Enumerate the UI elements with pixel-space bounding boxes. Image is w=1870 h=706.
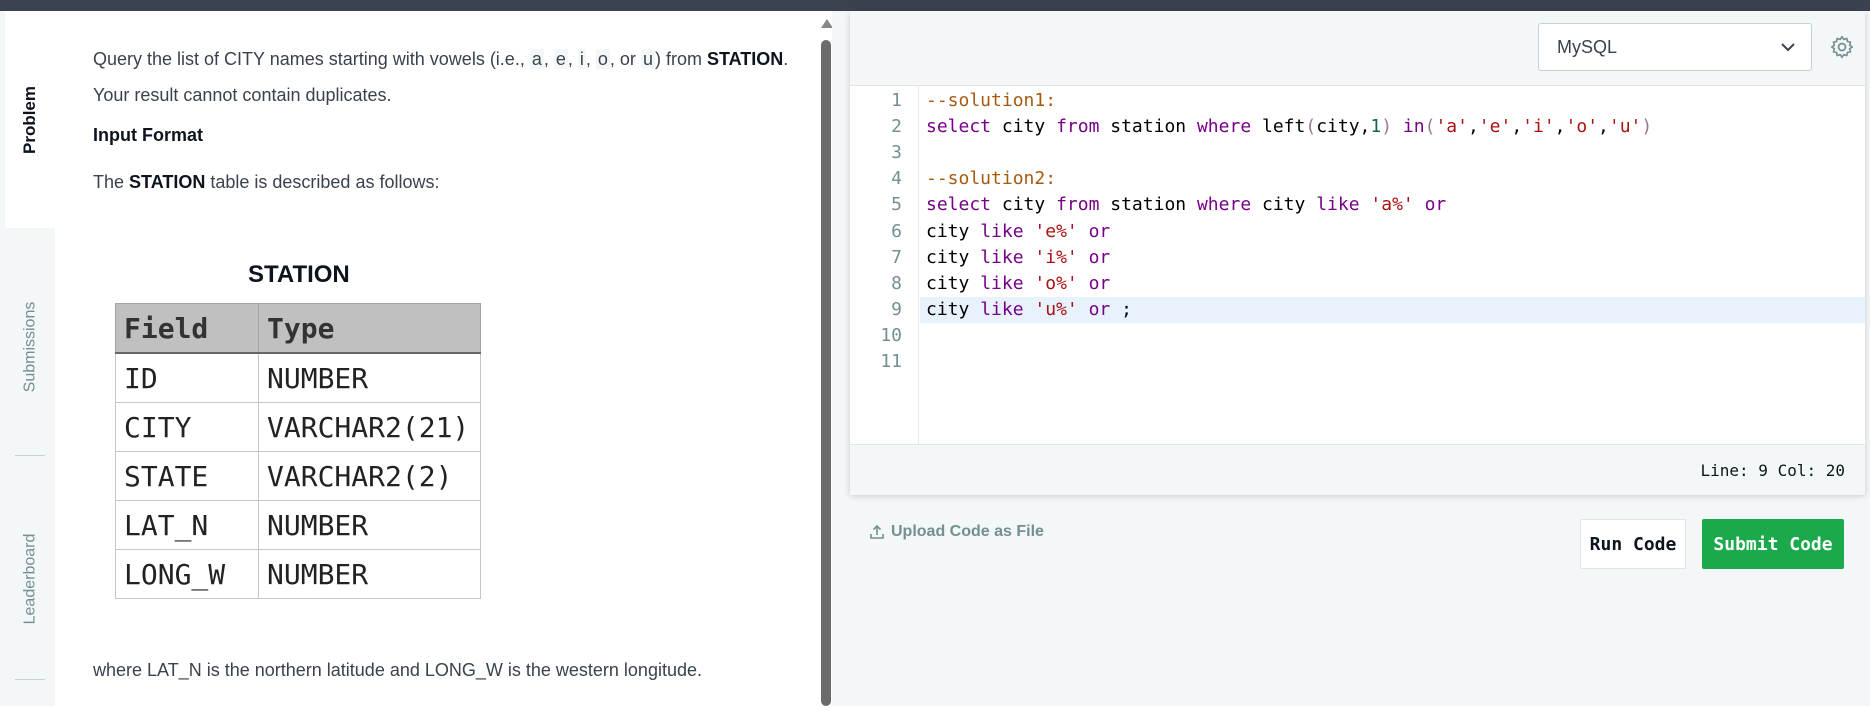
language-value: MySQL xyxy=(1557,37,1618,57)
cursor-position: Line: 9 Col: 20 xyxy=(1700,461,1846,480)
code-editor: MySQL 1 --solution1: 2 select city from sta… xyxy=(850,11,1865,495)
input-format-heading: Input Format xyxy=(93,125,203,145)
code-line[interactable]: city like 'i%' or xyxy=(926,245,1110,271)
schema-table-title: STATION xyxy=(248,261,350,288)
tab-problem[interactable]: Problem xyxy=(5,11,55,228)
line-number: 8 xyxy=(891,272,902,294)
code-line[interactable]: select city from station where left(city… xyxy=(926,114,1652,140)
vowel-code: i xyxy=(577,49,586,69)
table-header-row: Field Type xyxy=(115,303,481,354)
tab-submissions[interactable]: Submissions xyxy=(5,228,55,466)
code-area[interactable]: 1 --solution1: 2 select city from station w… xyxy=(850,86,1865,444)
code-line[interactable]: city like 'o%' or xyxy=(926,271,1110,297)
line-number: 10 xyxy=(880,324,902,346)
upload-icon xyxy=(870,524,884,539)
table-row: LAT_N NUMBER xyxy=(115,500,481,550)
top-bar xyxy=(0,0,1870,11)
upload-label: Upload Code as File xyxy=(891,523,1044,540)
tab-leaderboard[interactable]: Leaderboard xyxy=(5,466,55,691)
field-cell: LONG_W xyxy=(115,549,259,599)
line-number: 11 xyxy=(880,351,902,372)
language-select[interactable]: MySQL xyxy=(1538,23,1812,71)
tab-divider xyxy=(15,679,45,680)
line-number: 2 xyxy=(891,116,902,138)
pane-divider[interactable] xyxy=(832,11,1676,706)
type-cell: NUMBER xyxy=(258,549,481,599)
tab-submissions-label: Submissions xyxy=(21,301,39,393)
no-duplicates-text: Your result cannot contain duplicates. xyxy=(93,85,392,105)
table-row: STATE VARCHAR2(2) xyxy=(115,451,481,501)
code-line[interactable]: city like 'e%' or xyxy=(926,219,1110,245)
vowel-code: o xyxy=(595,49,610,69)
line-number: 4 xyxy=(891,168,902,190)
line-number: 6 xyxy=(891,220,902,242)
vowel-code: e xyxy=(553,49,568,69)
scrollbar-thumb[interactable] xyxy=(821,40,831,706)
run-code-button[interactable]: Run Code xyxy=(1580,519,1686,569)
line-number: 7 xyxy=(891,246,902,268)
code-line[interactable]: city like 'u%' or ; xyxy=(926,297,1132,323)
column-header: Field xyxy=(115,303,259,354)
problem-pane: Query the list of CITY names starting wi… xyxy=(55,11,820,706)
code-line[interactable]: select city from station where city like… xyxy=(926,192,1446,218)
editor-toolbar: MySQL xyxy=(850,11,1865,86)
vowel-code: u xyxy=(640,49,655,69)
line-number: 3 xyxy=(891,142,902,164)
table-row: CITY VARCHAR2(21) xyxy=(115,402,481,452)
type-cell: NUMBER xyxy=(258,352,481,403)
tab-divider xyxy=(15,455,45,456)
field-cell: ID xyxy=(115,352,259,403)
line-number: 1 xyxy=(891,90,902,111)
problem-intro: Query the list of CITY names starting wi… xyxy=(93,49,789,105)
upload-code-link[interactable]: Upload Code as File xyxy=(869,523,1044,541)
type-cell: VARCHAR2(21) xyxy=(258,402,481,452)
column-header: Type xyxy=(258,303,481,354)
chevron-down-icon xyxy=(1781,43,1795,52)
code-line[interactable]: --solution2: xyxy=(926,166,1056,192)
vowel-code: a xyxy=(529,49,544,69)
tab-leaderboard-label: Leaderboard xyxy=(21,533,38,624)
type-cell: NUMBER xyxy=(258,500,481,550)
line-number: 5 xyxy=(891,194,902,216)
code-line[interactable]: --solution1: xyxy=(926,88,1056,114)
type-cell: VARCHAR2(2) xyxy=(258,451,481,501)
field-cell: LAT_N xyxy=(115,500,259,550)
schema-table: Field Type ID NUMBER CITY VARCHAR2(21) STA… xyxy=(115,303,481,599)
editor-pane: MySQL 1 --solution1: 2 select city from sta… xyxy=(850,11,1870,706)
table-row: ID NUMBER xyxy=(115,352,481,403)
field-cell: CITY xyxy=(115,402,259,452)
submit-code-button[interactable]: Submit Code xyxy=(1702,519,1844,569)
field-cell: STATE xyxy=(115,451,259,501)
table-description: The STATION table is described as follow… xyxy=(93,172,440,192)
table-footnote: where LAT_N is the northern latitude and… xyxy=(93,660,702,680)
gear-icon[interactable] xyxy=(1829,34,1855,60)
tab-problem-label: Problem xyxy=(20,85,39,154)
editor-status-bar: Line: 9 Col: 20 xyxy=(850,444,1865,495)
line-number: 9 xyxy=(891,298,902,320)
table-row: LONG_W NUMBER xyxy=(115,549,481,599)
vertical-tabs: Problem Submissions Leaderboard xyxy=(0,11,55,706)
